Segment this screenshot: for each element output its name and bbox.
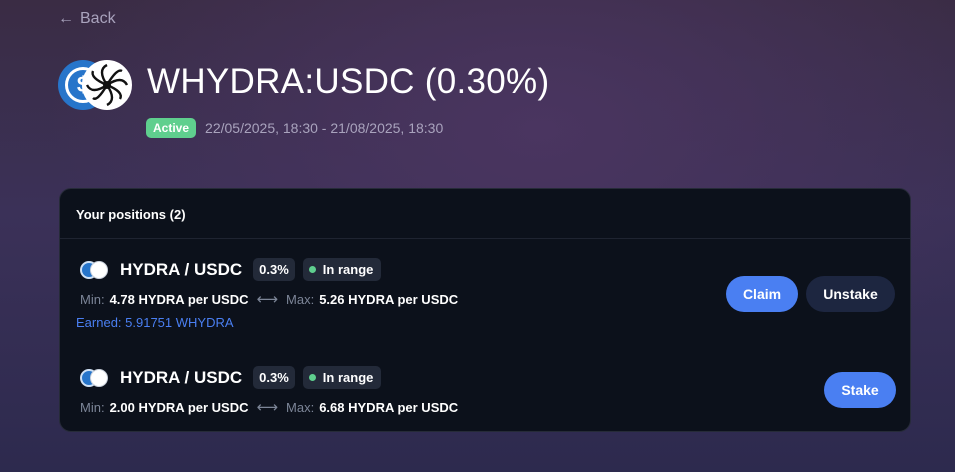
hydra-icon: [82, 60, 132, 110]
max-label: Max:: [286, 291, 315, 307]
range-status-label: In range: [322, 370, 374, 385]
max-value: 6.68 HYDRA per USDC: [319, 399, 459, 415]
status-dot-icon: [308, 374, 316, 381]
max-label: Max:: [286, 399, 315, 415]
back-arrow-icon: ←: [58, 10, 74, 27]
pair-mini-logos: [80, 368, 110, 388]
earned-amount: Earned: 5.91751 WHYDRA: [76, 315, 234, 330]
stake-button[interactable]: Stake: [824, 372, 896, 408]
back-link[interactable]: ← Back: [58, 10, 116, 28]
min-value: 4.78 HYDRA per USDC: [109, 291, 249, 307]
swap-arrows-icon: ⟷: [256, 399, 279, 416]
position-pair: HYDRA / USDC: [120, 367, 243, 387]
fee-tag: 0.3%: [253, 366, 295, 389]
min-value: 2.00 HYDRA per USDC: [109, 399, 249, 415]
pool-dates: 22/05/2025, 18:30 - 21/08/2025, 18:30: [205, 120, 444, 136]
swap-arrows-icon: ⟷: [256, 291, 279, 308]
pair-mini-logos: [80, 260, 110, 280]
hydra-icon: [90, 368, 108, 387]
back-label: Back: [80, 10, 116, 27]
pool-meta: Active 22/05/2025, 18:30 - 21/08/2025, 1…: [146, 118, 443, 138]
min-label: Min:: [80, 291, 105, 307]
pair-logos: $: [58, 60, 132, 110]
position-2-range: Min: 2.00 HYDRA per USDC ⟷ Max: 6.68 HYD…: [80, 398, 458, 416]
position-1-title-row: HYDRA / USDC 0.3% In range: [80, 258, 382, 281]
positions-header: Your positions (2): [60, 189, 910, 239]
fee-tag: 0.3%: [253, 258, 295, 281]
range-status-tag: In range: [302, 366, 382, 389]
hydra-icon: [90, 260, 108, 279]
position-pair: HYDRA / USDC: [120, 259, 243, 279]
range-status-label: In range: [322, 262, 374, 277]
positions-card: Your positions (2) HYDRA / USDC 0.3% In …: [59, 188, 911, 432]
page-title: WHYDRA:USDC (0.30%): [147, 62, 550, 101]
max-value: 5.26 HYDRA per USDC: [319, 291, 459, 307]
min-label: Min:: [80, 399, 105, 415]
unstake-button[interactable]: Unstake: [806, 276, 895, 312]
range-status-tag: In range: [302, 258, 382, 281]
status-badge: Active: [146, 118, 197, 138]
position-2-title-row: HYDRA / USDC 0.3% In range: [80, 366, 382, 389]
claim-button[interactable]: Claim: [726, 276, 798, 312]
status-dot-icon: [308, 266, 316, 273]
position-1-range: Min: 4.78 HYDRA per USDC ⟷ Max: 5.26 HYD…: [80, 290, 458, 308]
